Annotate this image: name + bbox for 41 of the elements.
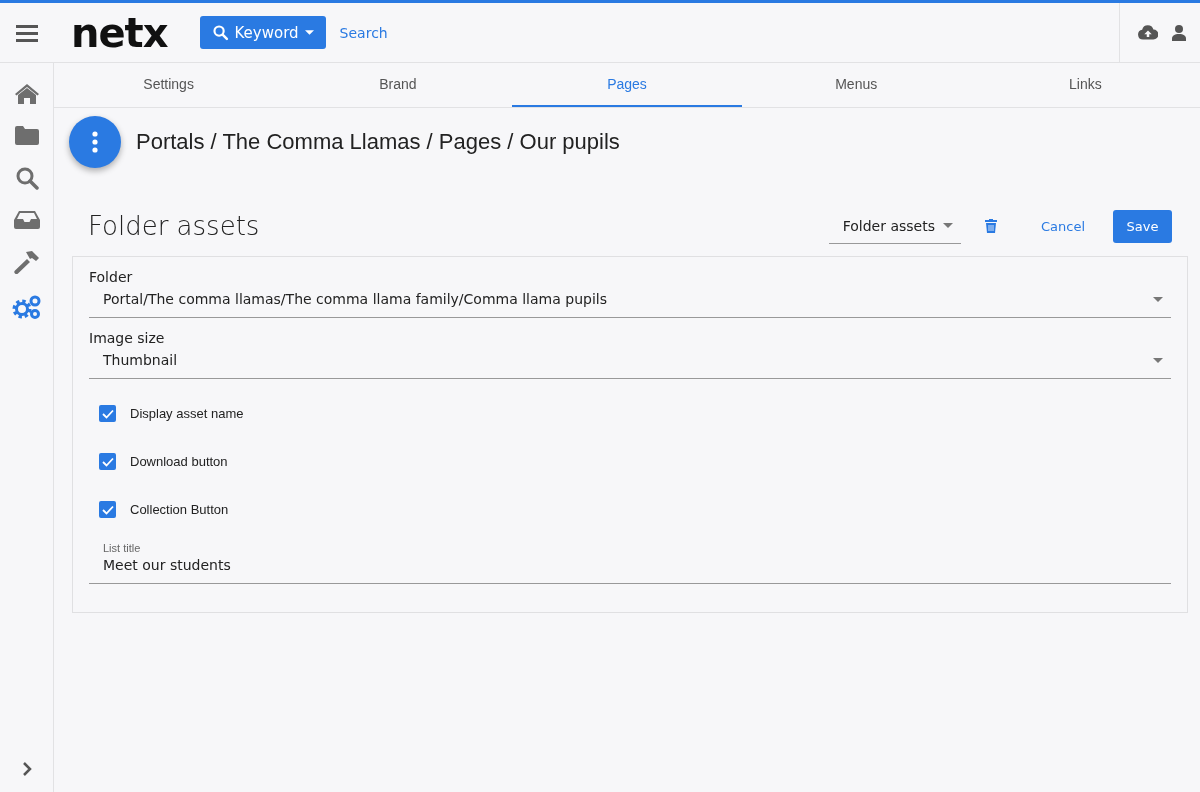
- search-type-dropdown[interactable]: Keyword: [199, 16, 326, 49]
- checkbox-label: Display asset name: [130, 406, 244, 421]
- cancel-button[interactable]: Cancel: [1040, 218, 1085, 234]
- caret-icon: [1153, 357, 1163, 363]
- checkbox-label: Download button: [130, 454, 228, 469]
- checkbox[interactable]: [99, 453, 116, 470]
- select-field[interactable]: Portal/The comma llamas/The comma llama family/Comma llama pupils: [89, 285, 1171, 318]
- home-icon[interactable]: [13, 83, 40, 105]
- cloud-upload-icon[interactable]: [1138, 25, 1158, 40]
- tab[interactable]: Menus: [741, 63, 971, 107]
- tab[interactable]: Links: [970, 63, 1200, 107]
- select-field[interactable]: Thumbnail: [89, 346, 1171, 379]
- caret-icon: [942, 223, 953, 228]
- chevron-right-icon[interactable]: [21, 762, 32, 776]
- search-icon[interactable]: [14, 166, 39, 190]
- section-title: Folder assets: [88, 211, 260, 241]
- checkbox[interactable]: [99, 405, 116, 422]
- trash-icon[interactable]: [984, 219, 997, 233]
- search-icon: [211, 24, 229, 41]
- more-options-button[interactable]: [69, 116, 121, 168]
- logo[interactable]: netx: [71, 12, 168, 53]
- caret-icon: [1153, 296, 1163, 302]
- folder-icon[interactable]: [14, 126, 39, 145]
- checkbox[interactable]: [99, 501, 116, 518]
- type-dropdown[interactable]: Folder assets: [828, 208, 961, 244]
- gears-icon[interactable]: [11, 295, 42, 319]
- save-button[interactable]: Save: [1113, 209, 1172, 243]
- field-label: Image size: [89, 330, 166, 346]
- user-icon[interactable]: [1172, 24, 1186, 41]
- breadcrumb: Portals / The Comma Llamas / Pages / Our pupils: [136, 129, 620, 155]
- vertical-dots-icon: [92, 131, 98, 153]
- search-field[interactable]: Search: [337, 23, 542, 42]
- field-label: Folder: [89, 269, 134, 285]
- inbox-icon[interactable]: [13, 211, 40, 229]
- tab[interactable]: Settings: [54, 63, 284, 107]
- tab[interactable]: Brand: [283, 63, 513, 107]
- hammer-icon[interactable]: [13, 250, 40, 274]
- caret-icon: [304, 30, 314, 35]
- tab[interactable]: Pages: [512, 63, 742, 107]
- text-field[interactable]: List title Meet our students: [89, 542, 1171, 584]
- checkbox-label: Collection Button: [130, 502, 229, 517]
